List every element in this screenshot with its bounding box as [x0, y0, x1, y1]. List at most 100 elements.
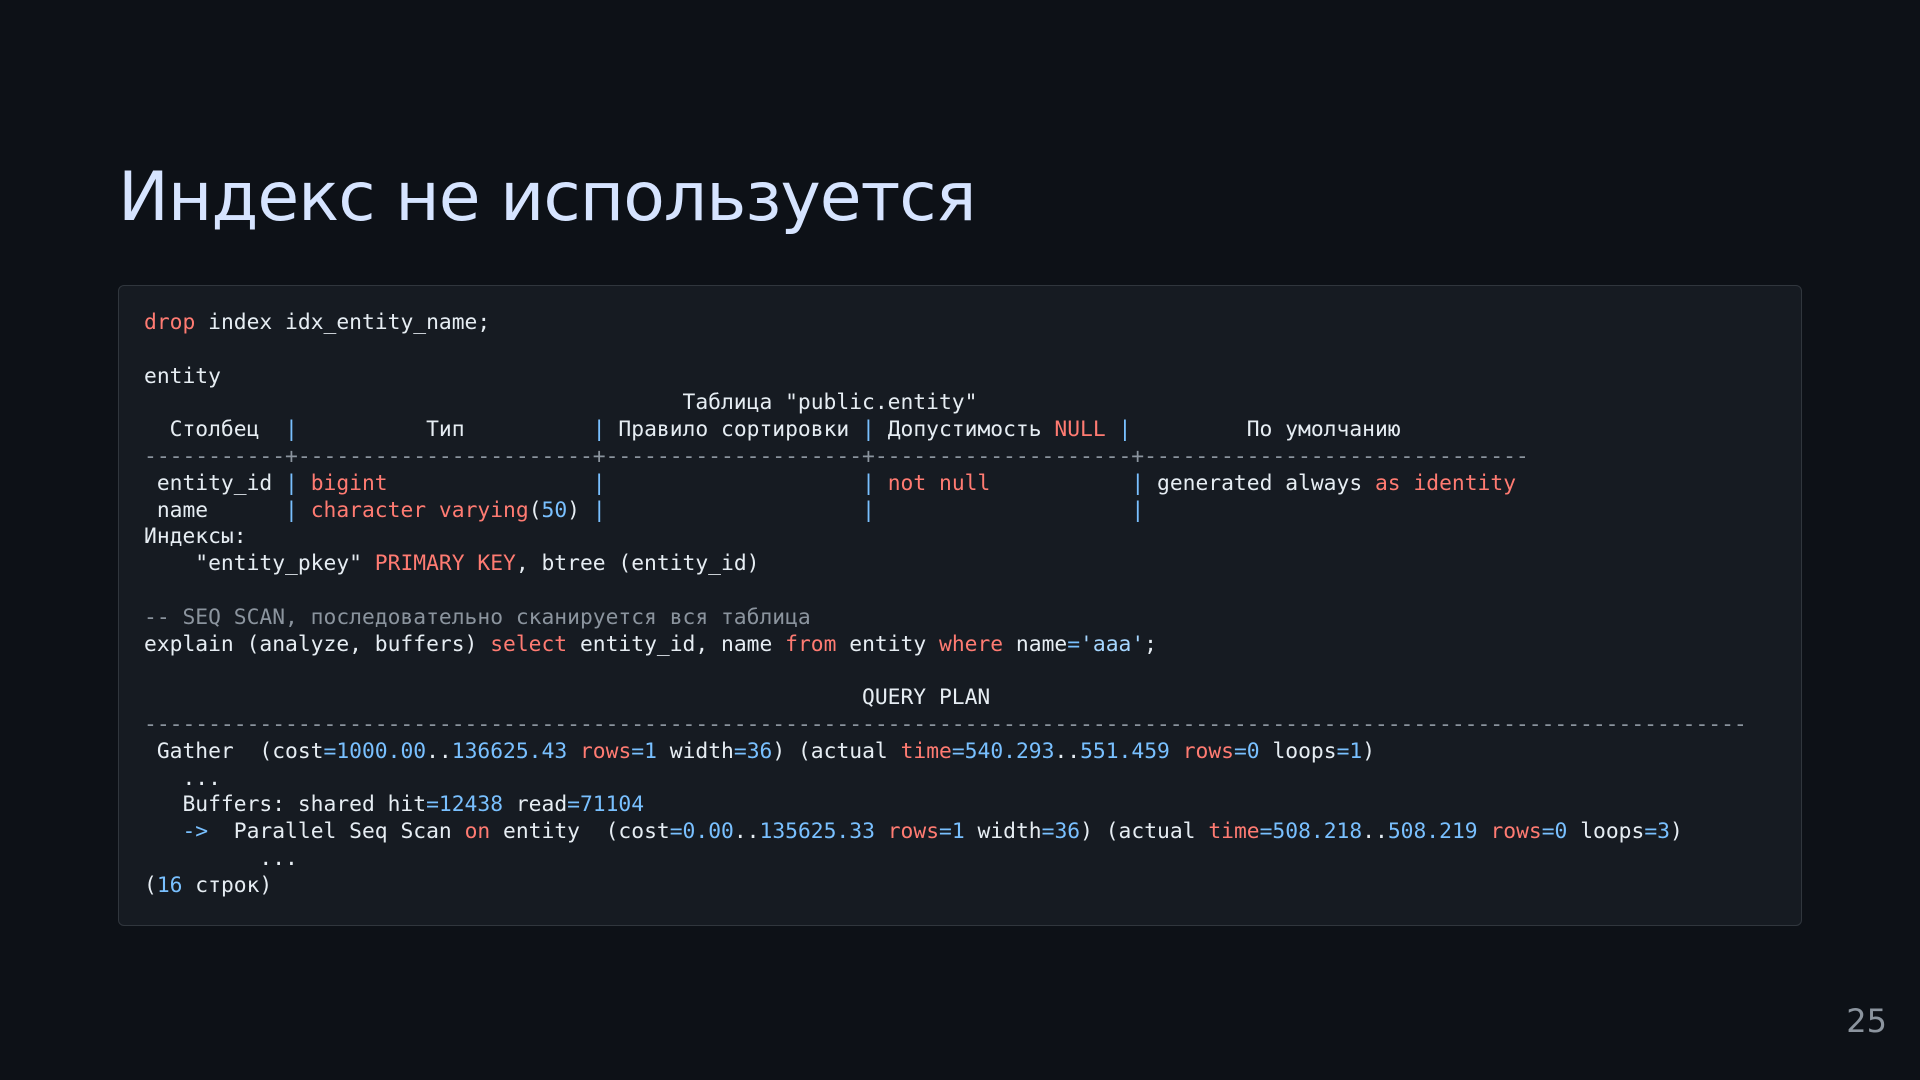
keyword-token: select: [490, 631, 568, 657]
code-line: drop index idx_entity_name;: [144, 310, 1801, 337]
number-token: =36: [733, 738, 773, 764]
code-lines: drop index idx_entity_name;entity Таблиц…: [144, 310, 1801, 900]
keyword-token: NULL: [1054, 417, 1106, 443]
code-line: Buffers: shared hit=12438 read=71104: [144, 792, 1801, 819]
code-line: Индексы:: [144, 524, 1801, 551]
number-token: 136625.43: [451, 738, 568, 764]
separator-token: |: [592, 497, 606, 523]
separator-token: |: [592, 417, 606, 443]
text-token: name: [144, 497, 286, 523]
separator-token: |: [1131, 470, 1145, 496]
code-line: Gather (cost=1000.00..136625.43 rows=1 w…: [144, 739, 1801, 766]
text-token: , btree (entity_id): [515, 551, 760, 577]
separator-token: |: [862, 470, 875, 496]
text-token: width: [964, 819, 1042, 845]
separator-token: |: [285, 417, 298, 443]
text-token: Buffers: shared hit: [144, 792, 427, 818]
code-line: "entity_pkey" PRIMARY KEY, btree (entity…: [144, 551, 1801, 578]
text-token: ..: [733, 819, 760, 845]
code-line: name | character varying(50) | | |: [144, 498, 1801, 525]
code-block: drop index idx_entity_name;entity Таблиц…: [118, 285, 1802, 926]
code-line: explain (analyze, buffers) select entity…: [144, 632, 1801, 659]
divider-token: ----------------------------------------…: [144, 711, 1747, 737]
divider-token: -----------+-----------------------+----…: [144, 443, 1529, 469]
text-token: ): [567, 497, 593, 523]
code-line: Столбец | Тип | Правило сортировки | Доп…: [144, 417, 1801, 444]
string-token: 'aaa': [1080, 631, 1145, 657]
keyword-token: rows: [579, 738, 632, 764]
keyword-token: PRIMARY KEY: [374, 551, 516, 577]
keyword-token: from: [785, 631, 837, 657]
text-token: entity: [144, 363, 221, 389]
code-line: -> Parallel Seq Scan on entity (cost=0.0…: [144, 819, 1801, 846]
keyword-token: time: [1208, 819, 1260, 845]
text-token: loops: [1567, 819, 1645, 845]
number-token: =12438: [426, 792, 504, 818]
keyword-token: identity: [1413, 470, 1517, 496]
number-token: =71104: [567, 792, 645, 818]
text-token: entity_id: [144, 470, 286, 496]
code-line: Таблица "public.entity": [144, 390, 1801, 417]
keyword-token: rows: [887, 819, 940, 845]
text-token: entity: [836, 631, 939, 657]
number-token: =0: [1233, 738, 1260, 764]
keyword-token: on: [464, 819, 491, 845]
separator-token: |: [862, 497, 875, 523]
code-line: entity_id | bigint | | not null | genera…: [144, 471, 1801, 498]
code-line: QUERY PLAN: [144, 685, 1801, 712]
text-token: ..: [426, 738, 452, 764]
text-token: entity_id, name: [567, 631, 786, 657]
number-token: =0: [1541, 819, 1568, 845]
separator-token: |: [1131, 497, 1145, 523]
comment-token: -- SEQ SCAN, последовательно сканируется…: [144, 604, 811, 630]
text-token: "entity_pkey": [144, 551, 375, 577]
text-token: ;: [1144, 631, 1157, 657]
text-token: loops: [1259, 738, 1337, 764]
separator-token: |: [285, 497, 298, 523]
separator-token: |: [285, 470, 298, 496]
text-token: ): [1362, 738, 1376, 764]
page-number: 25: [1846, 1002, 1887, 1040]
code-line: -----------+-----------------------+----…: [144, 444, 1801, 471]
text-token: Допустимость: [874, 417, 1055, 443]
number-token: 135625.33: [759, 819, 875, 845]
number-token: =1: [1336, 738, 1363, 764]
number-token: =: [1067, 631, 1081, 657]
text-token: ): [1669, 819, 1683, 845]
text-token: ...: [144, 765, 221, 791]
code-line: ----------------------------------------…: [144, 712, 1801, 739]
text-token: Gather (cost: [144, 738, 324, 764]
number-token: =508.218: [1259, 819, 1363, 845]
text-token: (: [528, 497, 542, 523]
number-token: =0.00: [669, 819, 734, 845]
number-token: =36: [1041, 819, 1081, 845]
text-token: ) (actual: [772, 738, 901, 764]
text-token: explain (analyze, buffers): [144, 631, 491, 657]
text-token: name: [1003, 631, 1068, 657]
text-token: ..: [1054, 738, 1081, 764]
text-token: Таблица "public.entity": [144, 390, 978, 416]
number-token: =3: [1644, 819, 1670, 845]
text-token: Parallel Seq Scan: [208, 819, 465, 845]
text-token: QUERY PLAN: [144, 685, 991, 711]
text-token: строк): [182, 872, 273, 898]
keyword-token: time: [900, 738, 952, 764]
text-token: Тип: [297, 417, 593, 443]
number-token: 551.459: [1080, 738, 1170, 764]
slide-title: Индекс не используется: [118, 158, 976, 237]
number-token: 50: [541, 497, 568, 523]
